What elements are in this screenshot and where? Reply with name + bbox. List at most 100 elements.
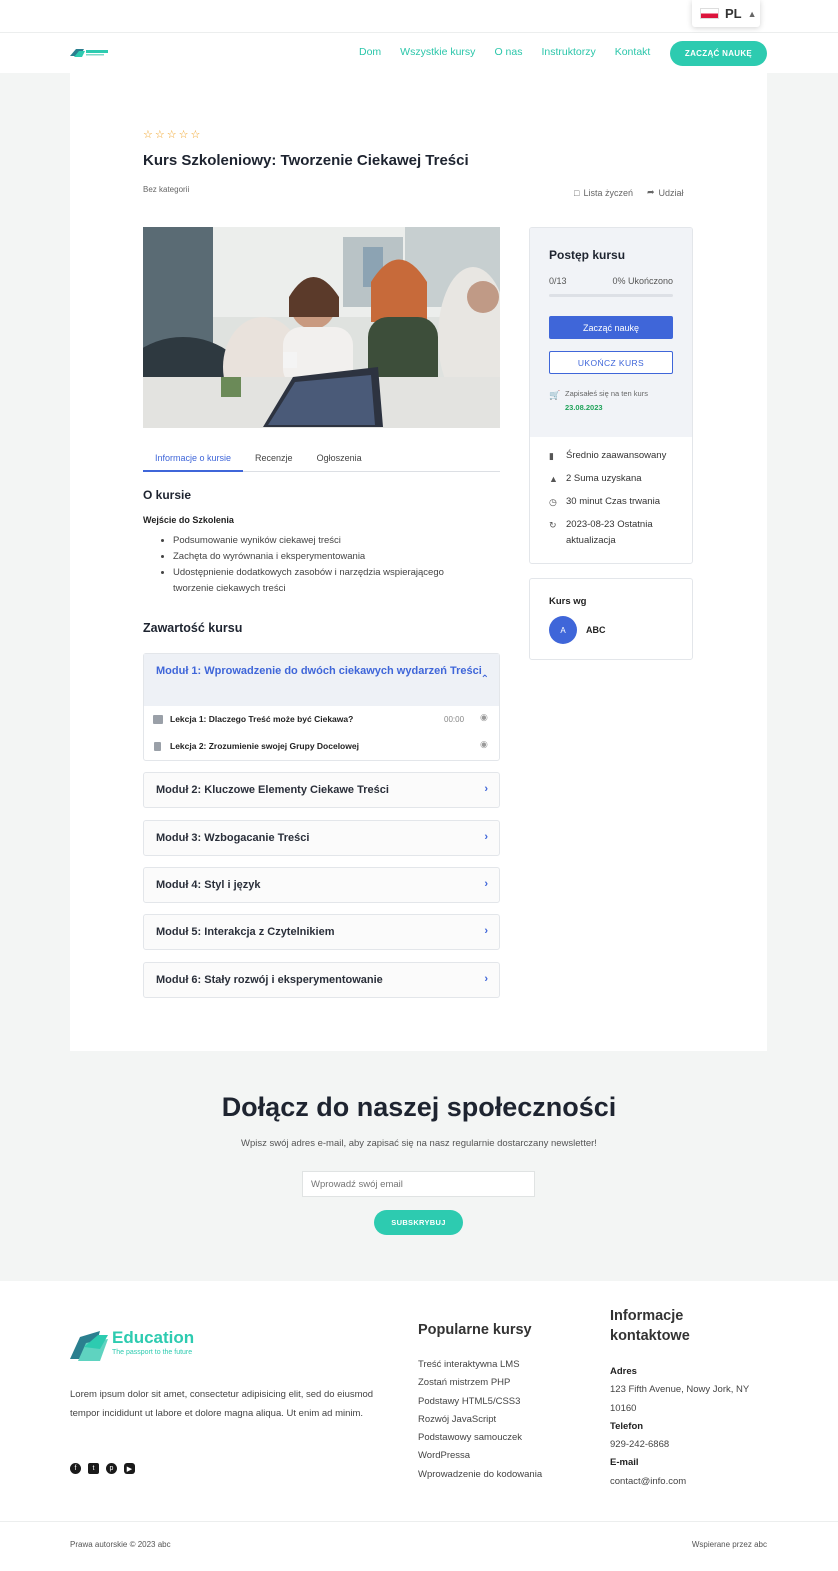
graduation-icon: ▲ xyxy=(549,474,558,484)
start-learning-button[interactable]: ZACZĄĆ NAUKĘ xyxy=(670,41,767,66)
meta-enrolled: ▲ 2 Suma uzyskana xyxy=(549,471,673,487)
module-title: Moduł 3: Wzbogacanie Treści xyxy=(156,832,310,844)
progress-percent: 0% Ukończono xyxy=(612,276,673,286)
enrollment-info: 🛒 Zapisałeś się na ten kurs 23.08.2023 xyxy=(549,387,673,415)
email-input[interactable] xyxy=(302,1171,535,1197)
course-meta-list: ▮ Średnio zaawansowany ▲ 2 Suma uzyskana… xyxy=(530,437,692,549)
author-link[interactable]: A ABC xyxy=(549,616,673,644)
video-icon xyxy=(153,715,163,724)
course-image xyxy=(143,227,500,428)
avatar: A xyxy=(549,616,577,644)
eye-icon[interactable]: ◉ xyxy=(480,739,488,750)
star-icon: ☆ xyxy=(154,129,165,141)
nav-link-home[interactable]: Dom xyxy=(359,46,381,58)
address-value: 123 Fifth Avenue, Nowy Jork, NY 10160 xyxy=(610,1384,750,1414)
site-footer: Education The passport to the future Lor… xyxy=(0,1281,838,1571)
phone-value: 929-242-6868 xyxy=(610,1439,670,1451)
popular-courses-heading: Popularne kursy xyxy=(418,1322,532,1338)
course-tabs: Informacje o kursie Recenzje Ogłoszenia xyxy=(143,448,500,472)
start-course-button[interactable]: Zacząć naukę xyxy=(549,316,673,339)
module-2[interactable]: Moduł 2: Kluczowe Elementy Ciekawe Treśc… xyxy=(143,772,500,808)
wishlist-button[interactable]: □ Lista życzeń xyxy=(574,187,633,198)
module-6[interactable]: Moduł 6: Stały rozwój i eksperymentowani… xyxy=(143,962,500,998)
module-title: Moduł 1: Wprowadzenie do dwóch ciekawych… xyxy=(156,665,482,677)
progress-title: Postęp kursu xyxy=(549,248,626,262)
youtube-icon[interactable]: ▶ xyxy=(124,1463,135,1474)
clock-icon: ◷ xyxy=(549,497,557,507)
list-item: Podsumowanie wyników ciekawej treści xyxy=(173,533,473,549)
subscribe-button[interactable]: SUBSKRYBUJ xyxy=(374,1210,463,1235)
site-logo[interactable] xyxy=(70,46,110,58)
pinterest-icon[interactable]: p xyxy=(106,1463,117,1474)
finish-course-button[interactable]: UKOŃCZ KURS xyxy=(549,351,673,374)
contact-heading: Informacje kontaktowe xyxy=(610,1306,710,1346)
address-label: Adres xyxy=(610,1366,637,1377)
module-4[interactable]: Moduł 4: Styl i język › xyxy=(143,867,500,903)
star-icon: ☆ xyxy=(178,129,189,141)
contact-info: Adres 123 Fifth Avenue, Nowy Jork, NY 10… xyxy=(610,1363,775,1491)
progress-panel: Postęp kursu 0/13 0% Ukończono Zacząć na… xyxy=(530,228,692,437)
module-3[interactable]: Moduł 3: Wzbogacanie Treści › xyxy=(143,820,500,856)
lesson-item[interactable]: Lekcja 1: Dlaczego Treść może być Ciekaw… xyxy=(144,706,499,733)
course-author-card: Kurs wg A ABC xyxy=(529,578,693,660)
nav-link-contact[interactable]: Kontakt xyxy=(615,46,651,58)
refresh-icon: ↻ xyxy=(549,520,557,530)
footer-course-link[interactable]: Rozwój JavaScript xyxy=(418,1414,496,1425)
module-1-header[interactable]: Moduł 1: Wprowadzenie do dwóch ciekawych… xyxy=(144,654,499,706)
email-value[interactable]: contact@info.com xyxy=(610,1473,775,1491)
language-code: PL xyxy=(725,6,742,21)
tab-announcements[interactable]: Ogłoszenia xyxy=(305,448,374,472)
tab-course-info[interactable]: Informacje o kursie xyxy=(143,448,244,472)
wishlist-label: Lista życzeń xyxy=(583,187,633,198)
module-title: Moduł 4: Styl i język xyxy=(156,879,261,891)
nav-link-instructors[interactable]: Instruktorzy xyxy=(541,46,595,58)
course-category[interactable]: Bez kategorii xyxy=(143,185,189,194)
contact-heading-text: Informacje kontaktowe xyxy=(610,1308,690,1344)
lesson-item[interactable]: Lekcja 2: Zrozumienie swojej Grupy Docel… xyxy=(144,733,499,760)
module-title: Moduł 2: Kluczowe Elementy Ciekawe Treśc… xyxy=(156,784,389,796)
meta-duration: ◷ 30 minut Czas trwania xyxy=(549,494,673,510)
footer-logo[interactable]: Education The passport to the future xyxy=(70,1325,210,1361)
tab-reviews[interactable]: Recenzje xyxy=(243,448,305,472)
course-content-heading: Zawartość kursu xyxy=(143,621,243,635)
meta-text: 2023-08-23 Ostatnia aktualizacja xyxy=(566,519,653,546)
progress-bar xyxy=(549,294,673,297)
course-actions: □ Lista życzeń ➦ Udział xyxy=(574,187,684,198)
chevron-right-icon: › xyxy=(484,831,488,843)
footer-course-link[interactable]: Zostań mistrzem PHP xyxy=(418,1377,510,1388)
footer-course-link[interactable]: Wprowadzenie do kodowania xyxy=(418,1469,542,1480)
progress-count: 0/13 xyxy=(549,276,567,286)
nav-link-all-courses[interactable]: Wszystkie kursy xyxy=(400,46,475,58)
intro-heading: Wejście do Szkolenia xyxy=(143,515,234,525)
site-header: Dom Wszystkie kursy O nas Instruktorzy K… xyxy=(0,33,838,73)
meta-text: 2 Suma uzyskana xyxy=(566,473,642,484)
twitter-icon[interactable]: t xyxy=(88,1463,99,1474)
footer-course-link[interactable]: Treść interaktywna LMS xyxy=(418,1359,520,1370)
footer-course-link[interactable]: Podstawowy samouczek WordPressa xyxy=(418,1432,522,1461)
facebook-icon[interactable]: f xyxy=(70,1463,81,1474)
chevron-up-icon: ⌃ xyxy=(480,674,489,685)
star-icon: ☆ xyxy=(166,129,177,141)
star-icon: ☆ xyxy=(143,129,153,141)
footer-course-link[interactable]: Podstawy HTML5/CSS3 xyxy=(418,1396,520,1407)
language-switcher[interactable]: PL ▲ xyxy=(692,0,760,27)
meta-level: ▮ Średnio zaawansowany xyxy=(549,448,673,464)
share-label: Udział xyxy=(658,187,684,198)
author-name: ABC xyxy=(586,625,606,635)
footer-logo-tagline: The passport to the future xyxy=(112,1349,193,1356)
newsletter-subtitle: Wpisz swój adres e-mail, aby zapisać się… xyxy=(241,1138,597,1149)
star-icon: ☆ xyxy=(190,129,201,141)
rating-stars: ☆ ☆ ☆ ☆ ☆ xyxy=(143,128,200,141)
nav-link-about[interactable]: O nas xyxy=(494,46,522,58)
eye-icon[interactable]: ◉ xyxy=(480,712,488,723)
author-heading: Kurs wg xyxy=(549,596,587,607)
module-title: Moduł 5: Interakcja z Czytelnikiem xyxy=(156,926,335,938)
chevron-right-icon: › xyxy=(484,973,488,985)
phone-label: Telefon xyxy=(610,1420,644,1432)
module-5[interactable]: Moduł 5: Interakcja z Czytelnikiem › xyxy=(143,914,500,950)
share-button[interactable]: ➦ Udział xyxy=(647,187,684,198)
progress-stats: 0/13 0% Ukończono xyxy=(549,276,673,286)
about-heading: O kursie xyxy=(143,488,192,502)
meta-text: Średnio zaawansowany xyxy=(566,450,667,461)
newsletter-title: Dołącz do naszej społeczności xyxy=(221,1092,617,1122)
